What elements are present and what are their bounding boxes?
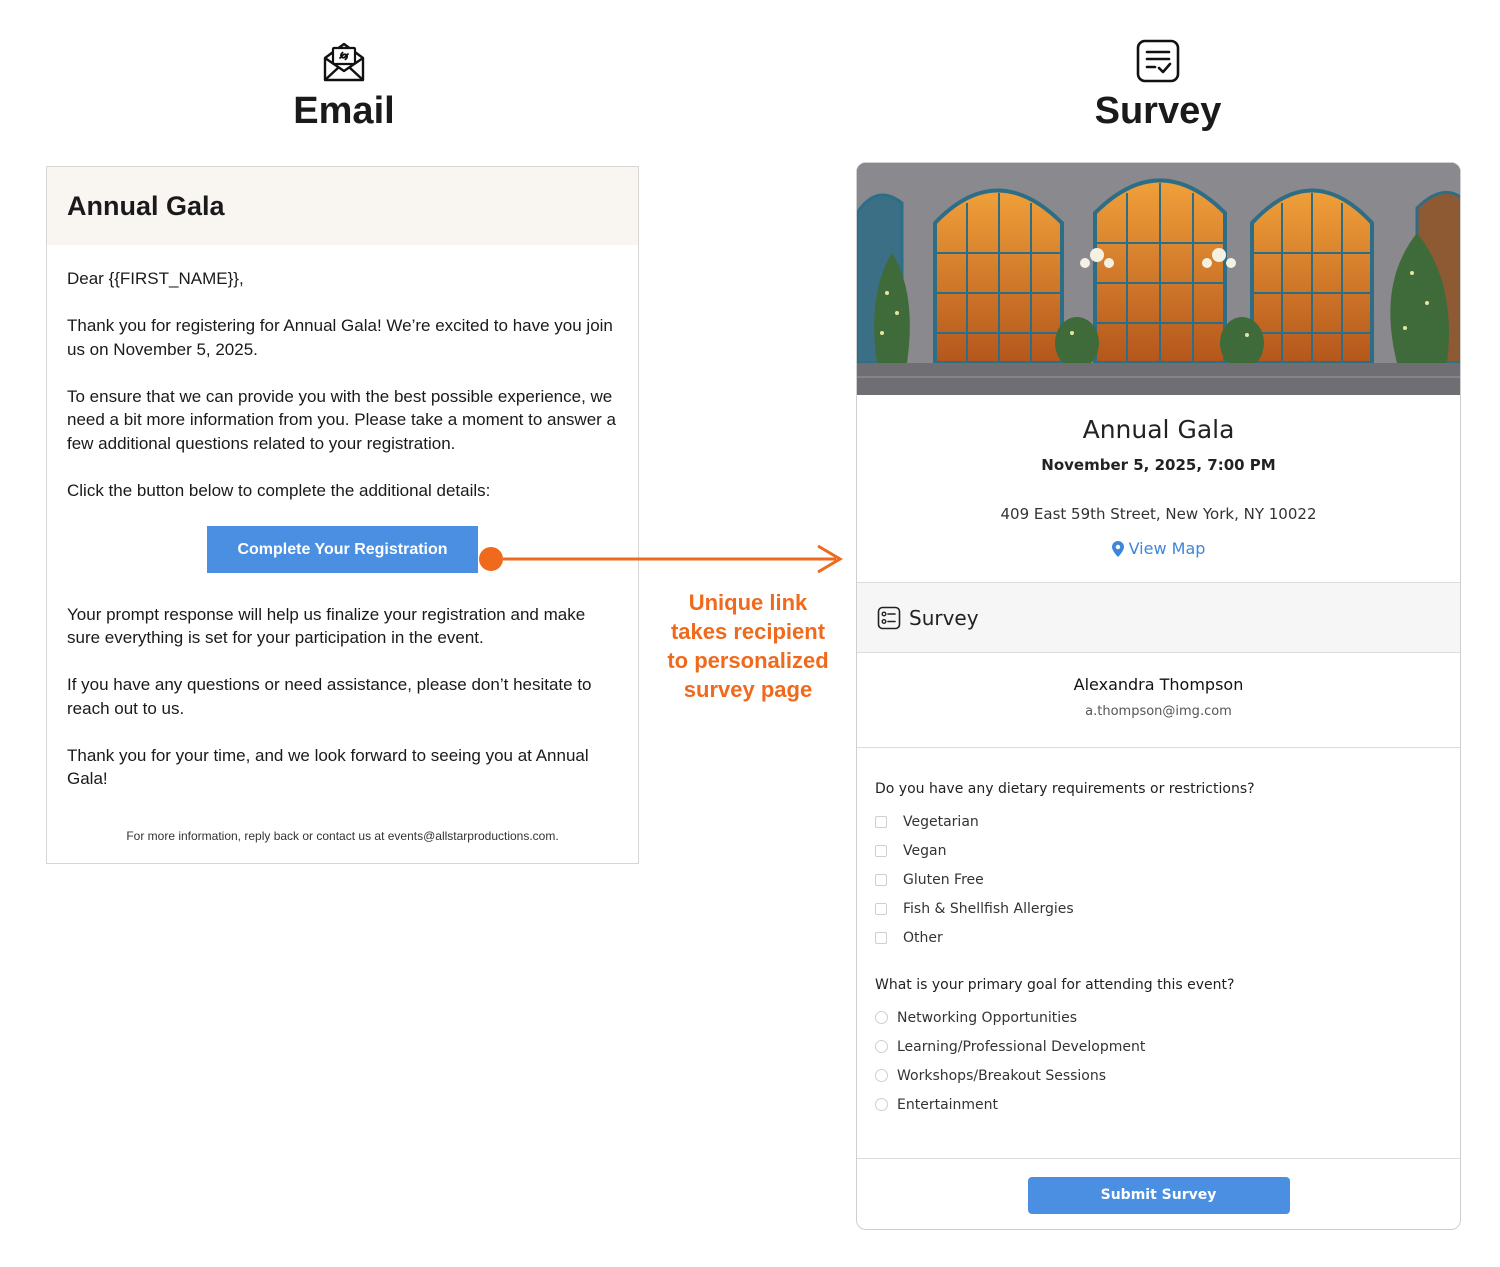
checkbox[interactable] <box>875 902 887 915</box>
email-paragraph: If you have any questions or need assist… <box>67 675 592 718</box>
view-map-label: View Map <box>1128 539 1206 558</box>
recipient-email: a.thompson@img.com <box>1085 704 1232 719</box>
venue-photo <box>857 163 1460 395</box>
option-label: Networking Opportunities <box>897 1009 1078 1026</box>
recipient-name: Alexandra Thompson <box>1073 675 1244 694</box>
checkbox[interactable] <box>875 873 887 886</box>
annotation-line: Unique link <box>688 590 808 615</box>
view-map-link[interactable]: View Map <box>1111 539 1206 558</box>
option-vegetarian[interactable]: Vegetarian <box>875 807 1442 836</box>
event-datetime: November 5, 2025, 7:00 PM <box>1041 456 1276 474</box>
option-entertainment[interactable]: Entertainment <box>875 1090 1442 1119</box>
email-paragraph: To ensure that we can provide you with t… <box>67 386 616 453</box>
option-workshops[interactable]: Workshops/Breakout Sessions <box>875 1061 1442 1090</box>
email-paragraph: Thank you for registering for Annual Gal… <box>67 316 613 359</box>
email-footer: For more information, reply back or cont… <box>126 829 559 843</box>
annotation-line: to personalized <box>667 648 829 673</box>
survey-checklist-icon <box>1136 39 1180 83</box>
annotation-line: takes recipient <box>670 619 826 644</box>
survey-questions: Do you have any dietary requirements or … <box>857 748 1460 1159</box>
option-vegan[interactable]: Vegan <box>875 836 1442 865</box>
annotation-line: survey page <box>683 677 813 702</box>
option-label: Entertainment <box>897 1096 999 1113</box>
survey-page: Annual Gala November 5, 2025, 7:00 PM 40… <box>856 162 1461 1230</box>
option-gluten-free[interactable]: Gluten Free <box>875 865 1442 894</box>
option-networking[interactable]: Networking Opportunities <box>875 1003 1442 1032</box>
radio-button[interactable] <box>875 1069 888 1082</box>
venue-illustration <box>857 163 1460 395</box>
option-label: Vegetarian <box>903 813 979 830</box>
submit-survey-button[interactable]: Submit Survey <box>1027 1177 1290 1214</box>
checkbox[interactable] <box>875 931 887 944</box>
checkbox[interactable] <box>875 815 887 828</box>
option-label: Vegan <box>903 842 947 859</box>
option-label: Gluten Free <box>903 871 984 888</box>
survey-column-heading: Survey <box>1008 38 1308 133</box>
question-dietary: Do you have any dietary requirements or … <box>875 781 1255 797</box>
event-title: Annual Gala <box>1082 415 1235 444</box>
email-preview: Annual Gala Dear {{FIRST_NAME}}, Thank y… <box>46 166 639 864</box>
option-other[interactable]: Other <box>875 923 1442 952</box>
option-label: Other <box>903 929 943 946</box>
option-label: Workshops/Breakout Sessions <box>897 1067 1107 1084</box>
envelope-link-icon <box>323 42 365 82</box>
question-primary-goal: What is your primary goal for attending … <box>875 977 1235 993</box>
annotation-text: Unique link takes recipient to personali… <box>648 588 848 704</box>
option-fish-shellfish[interactable]: Fish & Shellfish Allergies <box>875 894 1442 923</box>
option-label: Fish & Shellfish Allergies <box>903 900 1074 917</box>
radio-button[interactable] <box>875 1098 888 1111</box>
option-label: Learning/Professional Development <box>897 1038 1146 1055</box>
email-column-heading: Email <box>194 38 494 133</box>
survey-heading: Survey <box>1094 90 1222 132</box>
email-body: Dear {{FIRST_NAME}}, Thank you for regis… <box>47 245 638 791</box>
email-title: Annual Gala <box>67 191 225 221</box>
email-paragraph: Click the button below to complete the a… <box>67 480 491 500</box>
event-address: 409 East 59th Street, New York, NY 10022 <box>1000 505 1317 523</box>
recipient-info: Alexandra Thompson a.thompson@img.com <box>857 653 1460 748</box>
map-pin-icon <box>1111 540 1124 557</box>
radio-button[interactable] <box>875 1011 888 1024</box>
email-paragraph: Thank you for your time, and we look for… <box>67 745 589 789</box>
event-info: Annual Gala November 5, 2025, 7:00 PM 40… <box>857 395 1460 583</box>
email-paragraph: Your prompt response will help us finali… <box>67 604 586 648</box>
option-learning[interactable]: Learning/Professional Development <box>875 1032 1442 1061</box>
email-greeting: Dear {{FIRST_NAME}}, <box>67 269 244 288</box>
email-header: Annual Gala <box>47 167 638 245</box>
submit-area: Submit Survey <box>857 1159 1460 1214</box>
survey-section-header: Survey <box>857 583 1460 653</box>
complete-registration-button[interactable]: Complete Your Registration <box>207 525 478 573</box>
link-arrow <box>479 544 843 574</box>
survey-list-icon <box>877 606 901 629</box>
survey-section-label: Survey <box>909 605 979 630</box>
email-heading: Email <box>293 90 395 132</box>
radio-button[interactable] <box>875 1040 888 1053</box>
checkbox[interactable] <box>875 844 887 857</box>
